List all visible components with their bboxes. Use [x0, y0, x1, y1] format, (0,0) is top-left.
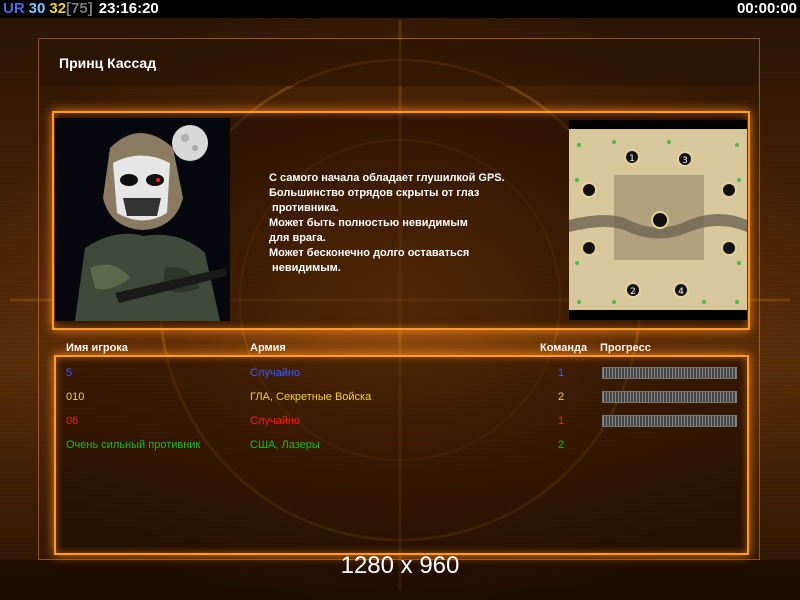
column-progress: Прогресс: [600, 342, 651, 354]
player-progress-bar: [602, 391, 737, 403]
game-timer: 00:00:00: [736, 0, 797, 17]
general-portrait: [55, 118, 230, 321]
description-line: Может быть полностью невидимым: [269, 217, 468, 229]
player-progress-bar: [602, 415, 737, 427]
stat-a: 30: [28, 0, 46, 17]
svg-text:3: 3: [682, 156, 688, 166]
start-position-3[interactable]: 3: [677, 151, 693, 167]
start-position-1[interactable]: 1: [624, 149, 640, 165]
players-panel: [54, 355, 749, 555]
top-status-bar: UR 30 32[75] 23:16:20 00:00:00: [0, 0, 800, 18]
description-line: противника.: [269, 202, 339, 214]
player-team: 1: [558, 367, 565, 379]
general-description: С самого начала обладает глушилкой GPS. …: [269, 171, 559, 276]
column-player: Имя игрока: [66, 342, 128, 354]
player-name: 010: [66, 391, 85, 403]
svg-text:1: 1: [629, 154, 635, 164]
player-team: 1: [558, 415, 565, 427]
progress-fill: [603, 368, 736, 378]
stat-bracket: [75]: [66, 0, 93, 17]
player-name: Очень сильный противник: [66, 439, 201, 451]
player-team: 2: [558, 439, 565, 451]
ur-label: UR: [3, 0, 25, 17]
player-army: США, Лазеры: [250, 439, 320, 451]
player-progress-bar: [602, 367, 737, 379]
general-title: Принц Кассад: [59, 55, 157, 71]
column-army: Армия: [250, 342, 286, 354]
player-army: Случайно: [250, 415, 301, 427]
start-position-2[interactable]: 2: [625, 282, 641, 298]
start-position-4[interactable]: 4: [673, 282, 689, 298]
player-name: 06: [66, 415, 79, 427]
progress-fill: [603, 416, 736, 426]
player-name: 5: [66, 367, 73, 379]
description-line: невидимым.: [269, 262, 341, 274]
player-team: 2: [558, 391, 565, 403]
progress-fill: [603, 392, 736, 402]
map-preview[interactable]: 1 3 2 4: [569, 120, 747, 320]
svg-text:4: 4: [678, 287, 684, 297]
clock: 23:16:20: [98, 0, 159, 17]
column-team: Команда: [540, 342, 588, 354]
stat-b: 32: [49, 0, 67, 17]
description-line: Может бесконечно долго оставаться: [269, 247, 470, 259]
player-army: ГЛА, Секретные Войска: [250, 391, 372, 403]
svg-text:2: 2: [630, 287, 636, 297]
description-line: Большинство отрядов скрыты от глаз: [269, 187, 480, 199]
description-line: С самого начала обладает глушилкой GPS.: [269, 172, 505, 184]
description-line: для врага.: [269, 232, 326, 244]
player-army: Случайно: [250, 367, 301, 379]
resolution-label: 1280 x 960: [340, 552, 460, 579]
